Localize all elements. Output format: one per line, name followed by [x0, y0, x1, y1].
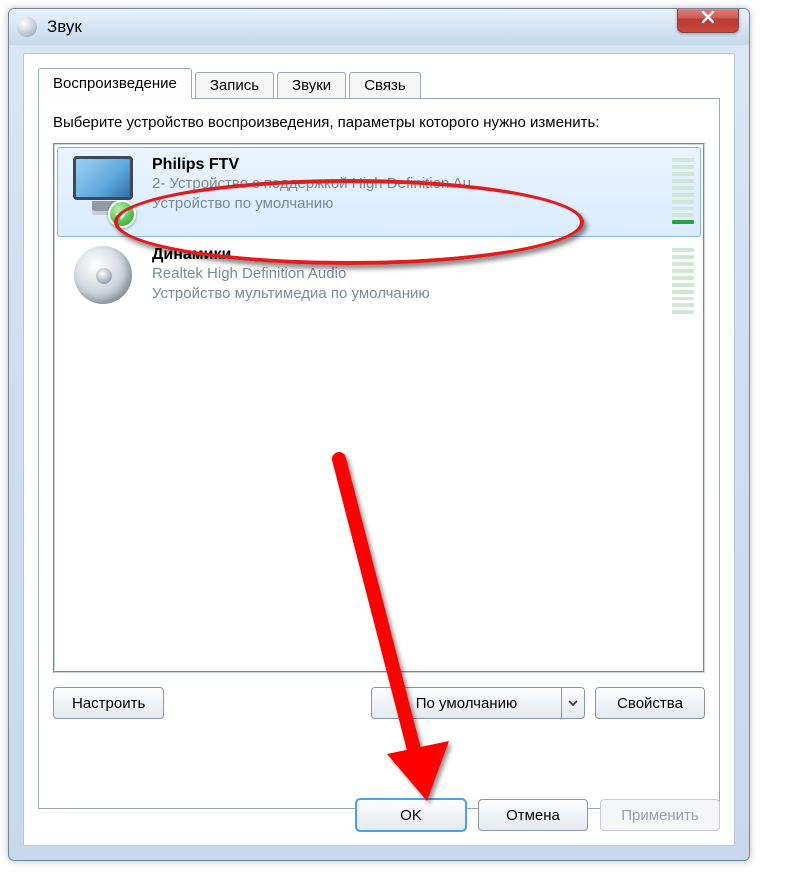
- level-meter: [672, 156, 694, 226]
- device-name: Динамики: [152, 246, 664, 264]
- close-button[interactable]: [677, 8, 739, 33]
- sound-dialog-window: Звук Воспроизведение Запись Звуки Связь …: [8, 8, 750, 861]
- close-icon: [700, 9, 716, 29]
- playback-device-list[interactable]: Philips FTV 2- Устройство с поддержкой H…: [53, 143, 705, 673]
- device-subtitle: Realtek High Definition Audio: [152, 264, 664, 284]
- speaker-icon: [74, 246, 132, 304]
- tab-playback[interactable]: Воспроизведение: [38, 68, 192, 99]
- cancel-button[interactable]: Отмена: [478, 799, 588, 831]
- window-title: Звук: [47, 17, 82, 37]
- set-default-dropdown[interactable]: [561, 687, 585, 719]
- device-item-speakers[interactable]: Динамики Realtek High Definition Audio У…: [57, 237, 701, 327]
- apply-button[interactable]: Применить: [600, 799, 720, 831]
- device-thumbnail: [64, 156, 142, 200]
- tab-recording[interactable]: Запись: [195, 72, 274, 99]
- device-item-philips-ftv[interactable]: Philips FTV 2- Устройство с поддержкой H…: [57, 147, 701, 237]
- chevron-down-icon: [568, 695, 578, 712]
- device-subtitle: 2- Устройство с поддержкой High Definiti…: [152, 174, 664, 194]
- tab-strip: Воспроизведение Запись Звуки Связь: [38, 68, 720, 99]
- set-default-splitbutton[interactable]: По умолчанию: [371, 687, 585, 719]
- set-default-button[interactable]: По умолчанию: [371, 687, 561, 719]
- configure-button[interactable]: Настроить: [53, 687, 164, 719]
- tab-playback-body: Выберите устройство воспроизведения, пар…: [38, 99, 720, 809]
- tab-communications[interactable]: Связь: [349, 72, 420, 99]
- device-actions-row: Настроить По умолчанию Свойства: [53, 687, 705, 719]
- device-name: Philips FTV: [152, 156, 664, 174]
- dialog-button-row: OK Отмена Применить: [38, 799, 720, 831]
- tab-sounds[interactable]: Звуки: [277, 72, 346, 99]
- device-status: Устройство по умолчанию: [152, 194, 664, 214]
- titlebar[interactable]: Звук: [9, 9, 749, 45]
- device-thumbnail: [64, 246, 142, 304]
- device-status: Устройство мультимедиа по умолчанию: [152, 284, 664, 304]
- ok-button[interactable]: OK: [356, 799, 466, 831]
- default-check-icon: [108, 200, 136, 228]
- monitor-icon: [73, 156, 133, 200]
- level-meter: [672, 246, 694, 316]
- instruction-text: Выберите устройство воспроизведения, пар…: [53, 113, 705, 133]
- sound-app-icon: [17, 17, 37, 37]
- client-area: Воспроизведение Запись Звуки Связь Выбер…: [23, 53, 735, 846]
- properties-button[interactable]: Свойства: [595, 687, 705, 719]
